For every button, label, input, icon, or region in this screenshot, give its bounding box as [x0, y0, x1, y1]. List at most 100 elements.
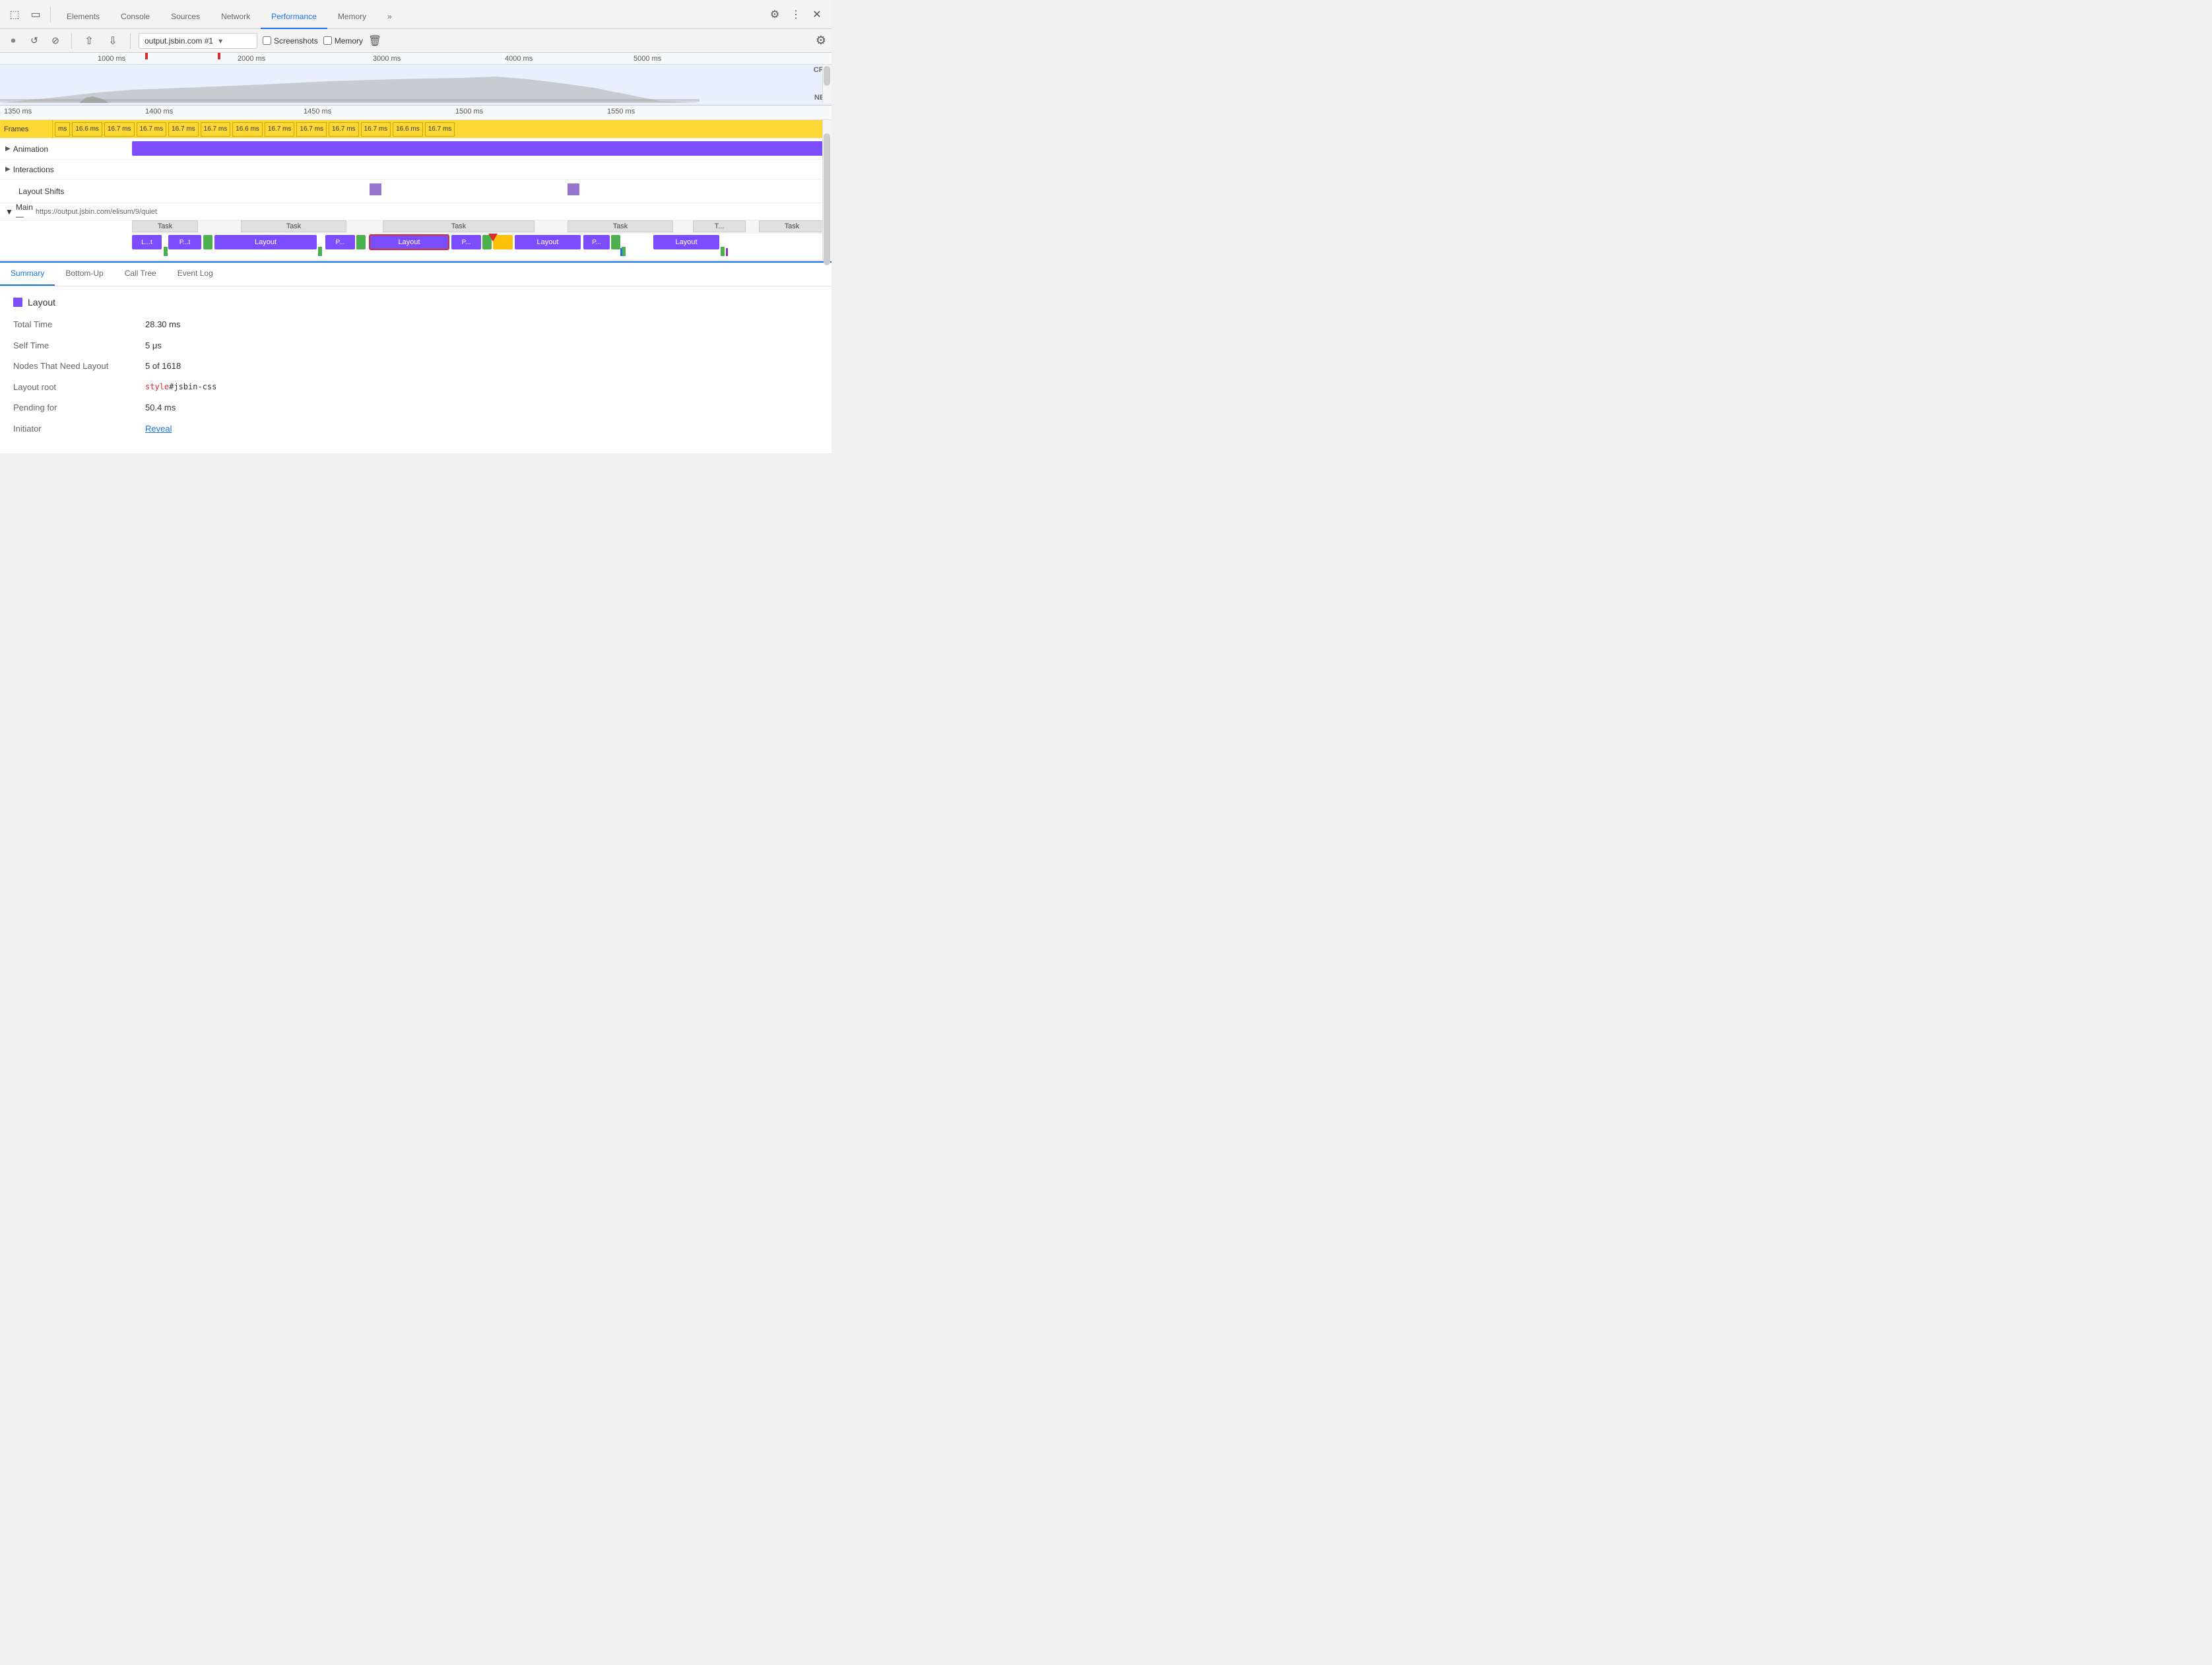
main-section: ▼ Main — https://output.jsbin.com/elisum… [0, 203, 831, 261]
tab-memory[interactable]: Memory [327, 5, 377, 29]
layout-shift-1[interactable] [370, 183, 381, 195]
frame-chip-4: 16.7 ms [168, 122, 199, 137]
upload-button[interactable]: ⇧ [80, 32, 98, 50]
layout-shifts-content [132, 180, 831, 203]
nodes-value: 5 of 1618 [145, 360, 181, 373]
interactions-label[interactable]: ▶ Interactions [0, 165, 132, 174]
tab-network[interactable]: Network [211, 5, 261, 29]
tab-event-log[interactable]: Event Log [167, 262, 224, 286]
task-block-pt[interactable]: P...t [168, 235, 201, 249]
self-time-label: Self Time [13, 339, 145, 352]
purple-tick-1 [726, 248, 728, 256]
initiator-reveal-link[interactable]: Reveal [145, 422, 172, 436]
reload-record-button[interactable]: ↺ [26, 33, 42, 49]
tab-elements[interactable]: Elements [56, 5, 110, 29]
tab-console[interactable]: Console [110, 5, 160, 29]
frame-chip-2: 16.7 ms [104, 122, 135, 137]
timeline-scrollbar-thumb[interactable] [824, 133, 830, 265]
frames-label: Frames [0, 120, 53, 138]
tab-performance[interactable]: Performance [261, 5, 327, 29]
cursor-icon[interactable]: ⬚ [5, 5, 24, 24]
task-blocks-row: L...t P...t Layout P... Layout P... [132, 234, 831, 260]
task-block-p1[interactable]: P... [325, 235, 355, 249]
settings-icon[interactable]: ⚙ [765, 5, 784, 24]
memory-checkbox[interactable] [323, 36, 332, 45]
task-header-2: Task [383, 220, 535, 232]
device-icon[interactable]: ▭ [26, 5, 45, 24]
layout-shift-2[interactable] [568, 183, 579, 195]
tab-more[interactable]: » [377, 5, 403, 29]
task-block-layout-selected[interactable]: Layout [370, 235, 449, 249]
frame-chip-3: 16.7 ms [137, 122, 167, 137]
screenshots-checkbox[interactable] [263, 36, 271, 45]
main-label[interactable]: ▼ Main — https://output.jsbin.com/elisum… [0, 203, 132, 221]
layout-root-red: style [145, 382, 169, 391]
trash-button[interactable]: 🗑 [368, 34, 381, 48]
task-block-layout-4[interactable]: Layout [653, 235, 719, 249]
clear-button[interactable]: ⊘ [48, 33, 63, 49]
task-header-0: Task [132, 220, 198, 232]
tab-summary[interactable]: Summary [0, 262, 55, 286]
task-block-layout-1[interactable]: Layout [214, 235, 317, 249]
pending-label: Pending for [13, 401, 145, 414]
detail-marker-1350: 1350 ms [4, 108, 32, 115]
self-time-value: 5 μs [145, 339, 162, 352]
timeline-scrollbar[interactable] [822, 120, 831, 261]
task-block-lt[interactable]: L...t [132, 235, 162, 249]
red-triangle [488, 234, 498, 242]
pending-value: 50.4 ms [145, 401, 176, 414]
animation-expand-icon: ▶ [5, 145, 11, 152]
total-time-value: 28.30 ms [145, 318, 180, 331]
layout-shifts-row: Layout Shifts [0, 180, 831, 203]
interactions-expand-icon: ▶ [5, 166, 11, 173]
overview-section: 1000 ms 2000 ms 3000 ms 4000 ms 5000 ms … [0, 53, 831, 106]
detail-marker-1450: 1450 ms [304, 108, 331, 115]
animation-label[interactable]: ▶ Animation [0, 145, 132, 154]
overview-graph: CPU NET [0, 65, 831, 103]
devtools-toolbar: ⬚ ▭ Elements Console Sources Network Per… [0, 0, 831, 29]
task-header-4: T... [693, 220, 746, 232]
tab-sources[interactable]: Sources [160, 5, 211, 29]
task-block-layout-3[interactable]: Layout [515, 235, 581, 249]
url-caret[interactable]: ▾ [218, 36, 222, 46]
bottom-panel: Summary Bottom-Up Call Tree Event Log La… [0, 261, 831, 453]
layout-root-value: style#jsbin-css [145, 381, 216, 394]
performance-settings-button[interactable]: ⚙ [816, 34, 826, 48]
overview-marker-1000: 1000 ms [98, 55, 125, 63]
toolbar-separator-1 [50, 7, 51, 22]
task-header-5: Task [759, 220, 825, 232]
overview-scrollbar[interactable] [822, 65, 831, 103]
memory-checkbox-group[interactable]: Memory [323, 36, 363, 46]
more-icon[interactable]: ⋮ [787, 5, 805, 24]
frame-chip-6: 16.6 ms [232, 122, 263, 137]
total-time-label: Total Time [13, 318, 145, 331]
summary-title-text: Layout [28, 297, 55, 308]
overview-scrollbar-thumb[interactable] [824, 66, 830, 86]
tab-call-tree[interactable]: Call Tree [114, 262, 167, 286]
overview-marker-5000: 5000 ms [634, 55, 661, 63]
green-tick-2 [318, 247, 322, 256]
task-header-row: Task Task Task Task T... Task [132, 220, 831, 234]
layout-shifts-label: Layout Shifts [0, 187, 132, 196]
summary-row-nodes: Nodes That Need Layout 5 of 1618 [13, 360, 818, 373]
main-url: https://output.jsbin.com/elisum/9/quiet [36, 208, 157, 216]
record-bar-sep1 [71, 33, 72, 49]
bottom-tabs-bar: Summary Bottom-Up Call Tree Event Log [0, 263, 831, 286]
green-tick-1 [164, 247, 168, 256]
download-button[interactable]: ⇩ [104, 32, 122, 50]
main-header-row: ▼ Main — https://output.jsbin.com/elisum… [0, 203, 831, 220]
main-expand-icon: ▼ [5, 207, 13, 216]
screenshots-checkbox-group[interactable]: Screenshots [263, 36, 318, 46]
task-block-p2[interactable]: P... [451, 235, 481, 249]
task-block-green-4 [611, 235, 620, 249]
frame-chip-7: 16.7 ms [265, 122, 295, 137]
record-button[interactable]: ⏺ [5, 33, 21, 49]
overview-marker-2000: 2000 ms [238, 55, 265, 63]
close-icon[interactable]: ✕ [808, 5, 826, 24]
task-header-3: Task [568, 220, 673, 232]
animation-content [132, 139, 831, 159]
tab-bottom-up[interactable]: Bottom-Up [55, 262, 114, 286]
task-block-p3[interactable]: P... [583, 235, 610, 249]
layout-root-black: #jsbin-css [169, 382, 216, 391]
summary-content: Layout Total Time 28.30 ms Self Time 5 μ… [0, 286, 831, 453]
